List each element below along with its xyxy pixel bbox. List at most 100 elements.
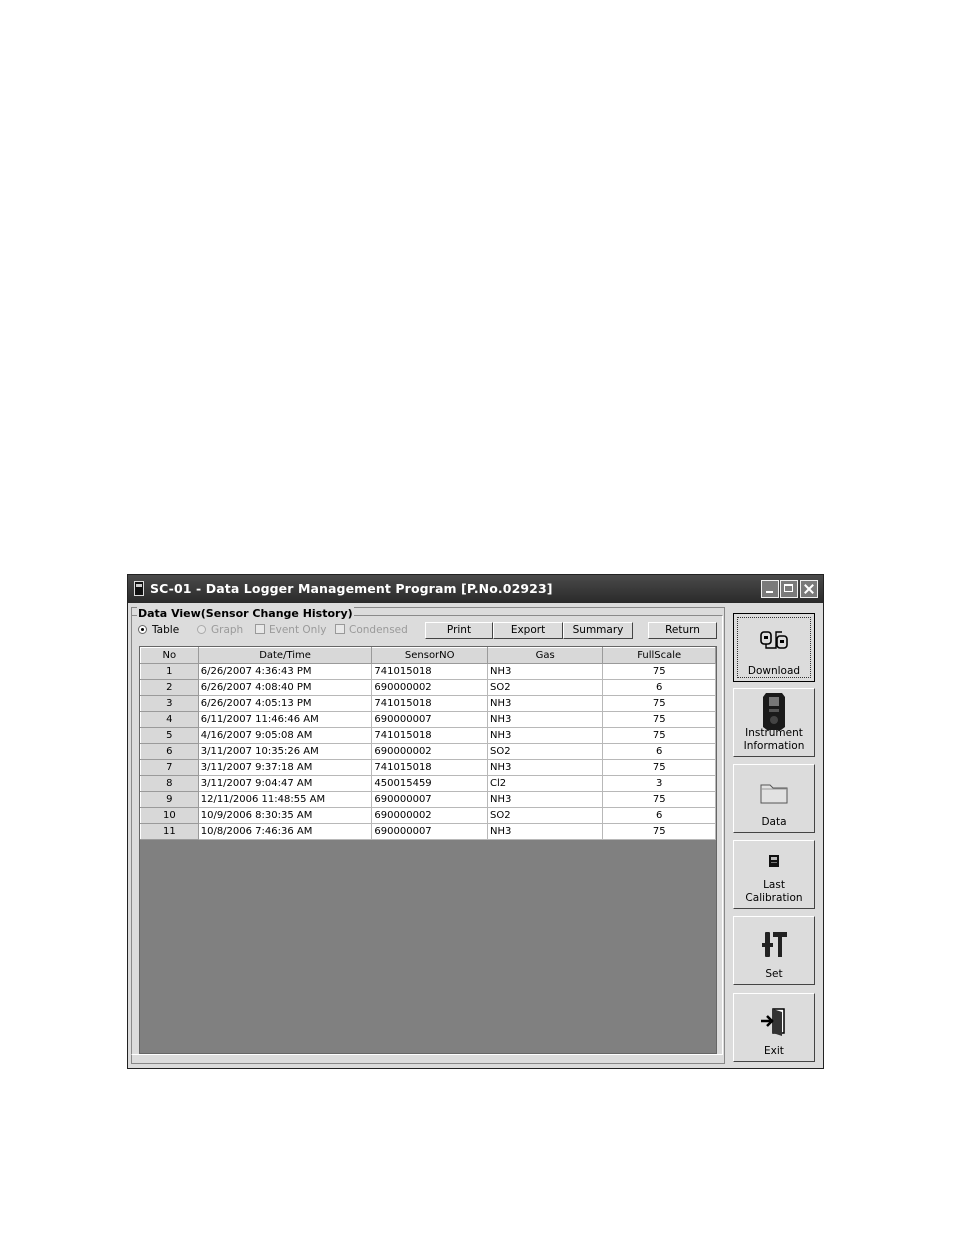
cell-datetime: 3/11/2007 9:04:47 AM — [197, 775, 373, 792]
table-row[interactable]: 5 4/16/2007 9:05:08 AM 741015018 NH3 75 — [140, 727, 716, 744]
table-row[interactable]: 3 6/26/2007 4:05:13 PM 741015018 NH3 75 — [140, 695, 716, 712]
exit-button[interactable]: Exit — [733, 993, 815, 1062]
cell-gas: NH3 — [487, 663, 604, 680]
cell-sensorno: 741015018 — [371, 727, 489, 744]
download-icon — [760, 631, 788, 649]
row-number: 2 — [140, 679, 199, 696]
radio-icon — [197, 625, 206, 634]
cell-sensorno: 450015459 — [371, 775, 489, 792]
main-window: SC-01 - Data Logger Management Program [… — [127, 574, 824, 1069]
app-icon — [134, 581, 144, 596]
print-button[interactable]: Print — [425, 622, 493, 639]
last-calibration-line1: Last — [763, 879, 785, 891]
row-number: 11 — [140, 823, 199, 840]
summary-button[interactable]: Summary — [563, 622, 633, 639]
return-button[interactable]: Return — [648, 622, 717, 639]
cell-datetime: 6/26/2007 4:05:13 PM — [197, 695, 373, 712]
cell-fullscale: 75 — [602, 727, 716, 744]
exit-label: Exit — [764, 1045, 784, 1057]
column-header-fullscale[interactable]: FullScale — [602, 647, 716, 664]
cell-fullscale: 75 — [602, 823, 716, 840]
minimize-button[interactable] — [761, 580, 779, 598]
condensed-checkbox[interactable]: Condensed — [335, 624, 408, 636]
cell-datetime: 6/11/2007 11:46:46 AM — [197, 711, 373, 728]
checkbox-icon — [255, 624, 265, 634]
exit-door-icon — [761, 1008, 785, 1036]
download-button[interactable]: Download — [733, 613, 815, 682]
data-view-label: Data View(Sensor Change History) — [137, 607, 354, 620]
table-row[interactable]: 11 10/8/2006 7:46:36 AM 690000007 NH3 75 — [140, 823, 716, 840]
cell-fullscale: 75 — [602, 695, 716, 712]
cell-fullscale: 6 — [602, 743, 716, 760]
cell-gas: NH3 — [487, 711, 604, 728]
column-header-datetime[interactable]: Date/Time — [197, 647, 373, 664]
column-header-no[interactable]: No — [140, 647, 199, 664]
maximize-button[interactable] — [780, 580, 798, 598]
instrument-information-button[interactable]: Instrument Information — [733, 688, 815, 757]
tools-icon — [762, 932, 787, 957]
set-button[interactable]: Set — [733, 916, 815, 985]
export-button[interactable]: Export — [493, 622, 563, 639]
cell-fullscale: 75 — [602, 663, 716, 680]
cell-datetime: 12/11/2006 11:48:55 AM — [197, 791, 373, 808]
row-number: 1 — [140, 663, 199, 680]
last-calibration-line2: Calibration — [745, 892, 803, 904]
cell-fullscale: 6 — [602, 679, 716, 696]
cell-gas: NH3 — [487, 791, 604, 808]
cell-gas: SO2 — [487, 743, 604, 760]
cell-datetime: 10/8/2006 7:46:36 AM — [197, 823, 373, 840]
data-button[interactable]: Data — [733, 764, 815, 833]
table-radio[interactable]: Table — [138, 624, 179, 636]
cell-sensorno: 741015018 — [371, 695, 489, 712]
instrument-icon — [763, 693, 785, 730]
instrument-label-line2: Information — [743, 740, 805, 752]
cell-gas: Cl2 — [487, 775, 604, 792]
event-only-label: Event Only — [269, 624, 327, 636]
title-bar[interactable]: SC-01 - Data Logger Management Program [… — [128, 575, 823, 603]
table-row[interactable]: 9 12/11/2006 11:48:55 AM 690000007 NH3 75 — [140, 791, 716, 808]
row-number: 9 — [140, 791, 199, 808]
table-row[interactable]: 1 6/26/2007 4:36:43 PM 741015018 NH3 75 — [140, 663, 716, 680]
cell-fullscale: 75 — [602, 711, 716, 728]
cell-gas: SO2 — [487, 679, 604, 696]
table-row[interactable]: 2 6/26/2007 4:08:40 PM 690000002 SO2 6 — [140, 679, 716, 696]
cell-gas: NH3 — [487, 823, 604, 840]
table-row[interactable]: 8 3/11/2007 9:04:47 AM 450015459 Cl2 3 — [140, 775, 716, 792]
row-number: 10 — [140, 807, 199, 824]
table-row[interactable]: 7 3/11/2007 9:37:18 AM 741015018 NH3 75 — [140, 759, 716, 776]
row-number: 4 — [140, 711, 199, 728]
cell-gas: SO2 — [487, 807, 604, 824]
table-row[interactable]: 10 10/9/2006 8:30:35 AM 690000002 SO2 6 — [140, 807, 716, 824]
cell-gas: NH3 — [487, 759, 604, 776]
table-row[interactable]: 4 6/11/2007 11:46:46 AM 690000007 NH3 75 — [140, 711, 716, 728]
last-calibration-label: Last Calibration — [734, 879, 814, 905]
window-title: SC-01 - Data Logger Management Program [… — [150, 581, 553, 596]
cell-datetime: 10/9/2006 8:30:35 AM — [197, 807, 373, 824]
row-number: 8 — [140, 775, 199, 792]
cell-datetime: 6/26/2007 4:08:40 PM — [197, 679, 373, 696]
cell-fullscale: 3 — [602, 775, 716, 792]
table-row[interactable]: 6 3/11/2007 10:35:26 AM 690000002 SO2 6 — [140, 743, 716, 760]
table-radio-label: Table — [152, 624, 180, 636]
row-number: 7 — [140, 759, 199, 776]
cell-gas: NH3 — [487, 695, 604, 712]
column-header-gas[interactable]: Gas — [487, 647, 604, 664]
close-button[interactable] — [800, 580, 818, 598]
calibration-icon — [769, 855, 779, 867]
last-calibration-button[interactable]: Last Calibration — [733, 840, 815, 909]
cell-fullscale: 6 — [602, 807, 716, 824]
cell-gas: NH3 — [487, 727, 604, 744]
cell-sensorno: 690000007 — [371, 711, 489, 728]
event-only-checkbox[interactable]: Event Only — [255, 624, 326, 636]
cell-sensorno: 690000002 — [371, 807, 489, 824]
radio-selected-icon — [138, 625, 147, 634]
graph-radio[interactable]: Graph — [197, 624, 243, 636]
column-header-sensorno[interactable]: SensorNO — [371, 647, 489, 664]
cell-sensorno: 690000002 — [371, 679, 489, 696]
data-grid[interactable]: No Date/Time SensorNO Gas FullScale 1 6/2… — [139, 646, 717, 1054]
table-header-row: No Date/Time SensorNO Gas FullScale — [140, 647, 716, 664]
folder-icon — [760, 784, 788, 804]
cell-sensorno: 741015018 — [371, 759, 489, 776]
graph-radio-label: Graph — [211, 624, 244, 636]
set-label: Set — [765, 968, 783, 980]
